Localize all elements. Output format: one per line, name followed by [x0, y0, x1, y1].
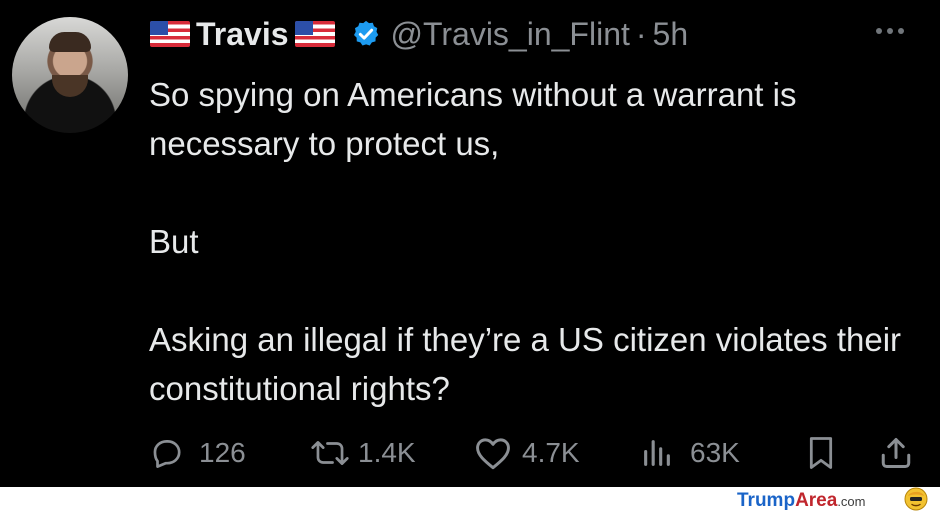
views-count: 63K: [690, 437, 740, 468]
avatar-hair: [49, 32, 91, 52]
analytics-icon: [644, 440, 670, 466]
more-dot: [876, 28, 882, 34]
tweet-paragraph: But: [149, 223, 199, 260]
repost-button[interactable]: 1.4K: [310, 432, 416, 474]
tweet-actions: 126 1.4K 4.7K 63K: [150, 432, 930, 474]
separator-dot: ·: [635, 15, 647, 52]
avatar[interactable]: [12, 17, 128, 133]
bookmark-icon: [809, 437, 833, 469]
site-brand: TrumpArea.com: [737, 490, 865, 512]
heart-icon: [476, 438, 510, 470]
repost-count: 1.4K: [358, 437, 416, 468]
display-name[interactable]: Travis: [196, 16, 289, 53]
more-dot: [887, 28, 893, 34]
avatar-beard: [52, 75, 88, 97]
brand-suffix: .com: [837, 494, 866, 509]
like-button[interactable]: 4.7K: [474, 432, 580, 474]
tweet-header: Travis @Travis_in_Flint · 5h: [150, 14, 688, 54]
us-flag-icon: [150, 21, 190, 47]
brand-logo-icon: [904, 487, 928, 511]
like-count: 4.7K: [522, 437, 580, 468]
reply-icon: [153, 440, 181, 468]
tweet-text: So spying on Americans without a warrant…: [149, 70, 929, 413]
tweet-paragraph: Asking an illegal if they’re a US citize…: [149, 321, 902, 407]
brand-secondary: Area: [795, 490, 838, 511]
views-button[interactable]: 63K: [640, 432, 740, 474]
bookmark-button[interactable]: [804, 432, 838, 474]
reply-button[interactable]: 126: [150, 432, 246, 474]
tweet-paragraph: So spying on Americans without a warrant…: [149, 76, 797, 162]
tweet-card[interactable]: Travis @Travis_in_Flint · 5h So spying o…: [0, 0, 940, 487]
share-button[interactable]: [878, 432, 914, 474]
timestamp[interactable]: 5h: [653, 16, 689, 53]
us-flag-icon: [294, 21, 335, 47]
more-dot: [898, 28, 904, 34]
verified-badge-icon: [353, 20, 378, 46]
repost-icon: [311, 441, 349, 465]
more-options-icon[interactable]: [876, 28, 904, 34]
user-handle[interactable]: @Travis_in_Flint: [391, 16, 630, 53]
watermark-bar: TrumpArea.com: [0, 487, 940, 512]
reply-count: 126: [199, 437, 246, 468]
share-icon: [881, 438, 911, 468]
brand-primary: Trump: [737, 490, 796, 511]
